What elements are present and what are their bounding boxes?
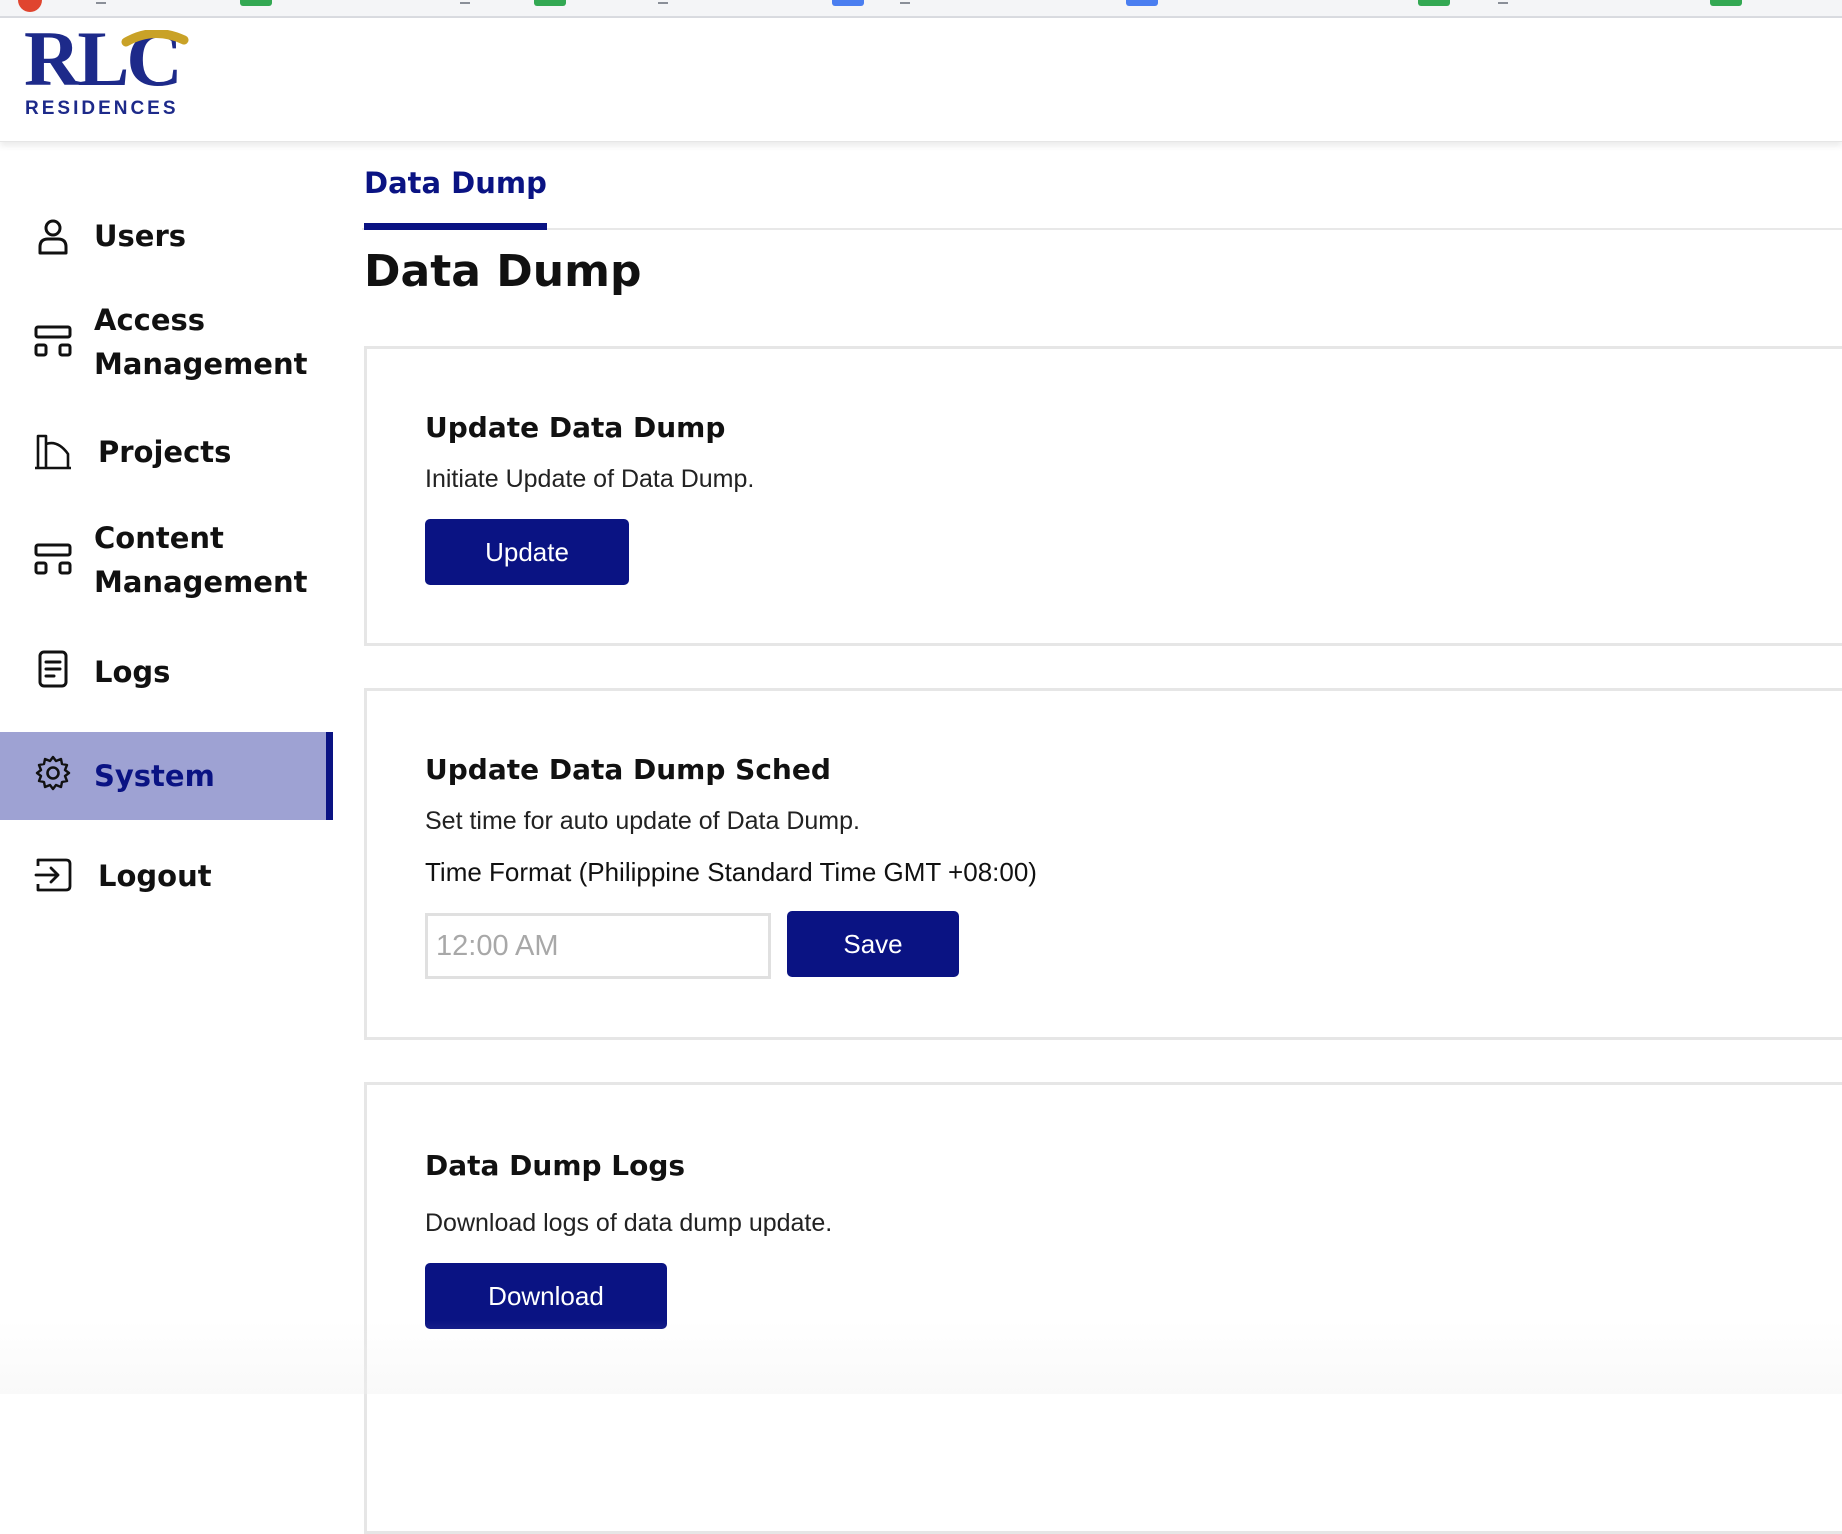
bookmark-label-fragment bbox=[1498, 2, 1508, 4]
layout-icon bbox=[32, 321, 74, 363]
bookmark-label-fragment bbox=[96, 2, 106, 4]
update-data-dump-sched-card: Update Data Dump Sched Set time for auto… bbox=[364, 688, 1842, 1040]
sidebar-item-projects[interactable]: Projects bbox=[0, 416, 333, 488]
sidebar-nav: Users Access Management Projects Content… bbox=[0, 142, 336, 1394]
sidebar-item-content-management[interactable]: Content Management bbox=[0, 510, 333, 610]
card-description: Set time for auto update of Data Dump. bbox=[425, 807, 860, 835]
sidebar-item-label: System bbox=[94, 759, 215, 793]
layout-icon bbox=[32, 539, 74, 581]
sidebar-item-label: Projects bbox=[98, 435, 232, 469]
bookmark-favicon[interactable] bbox=[18, 0, 42, 12]
bookmark-favicon[interactable] bbox=[832, 0, 864, 6]
top-header: RLC RESIDENCES bbox=[0, 18, 1842, 142]
bookmark-label-fragment bbox=[900, 2, 910, 4]
card-title: Data Dump Logs bbox=[425, 1149, 686, 1182]
tab-bar: Data Dump bbox=[362, 142, 1842, 230]
sidebar-item-access-management[interactable]: Access Management bbox=[0, 292, 333, 392]
sidebar-item-label: Logout bbox=[98, 859, 212, 893]
sidebar-item-label: Logs bbox=[94, 655, 171, 689]
sidebar-item-label: Access Management bbox=[94, 303, 308, 381]
gear-icon bbox=[32, 752, 74, 794]
sidebar-item-logout[interactable]: Logout bbox=[0, 840, 333, 912]
bookmark-label-fragment bbox=[658, 2, 668, 4]
card-description: Initiate Update of Data Dump. bbox=[425, 465, 755, 493]
rlc-residences-logo[interactable]: RLC RESIDENCES bbox=[24, 20, 189, 136]
bookmark-favicon[interactable] bbox=[240, 0, 272, 6]
update-button[interactable]: Update bbox=[425, 519, 629, 585]
time-input[interactable] bbox=[425, 913, 771, 979]
browser-bookmarks-bar bbox=[0, 0, 1842, 18]
time-format-label: Time Format (Philippine Standard Time GM… bbox=[425, 857, 1037, 887]
document-icon bbox=[32, 648, 74, 690]
logout-icon bbox=[32, 854, 74, 896]
sidebar-item-logs[interactable]: Logs bbox=[0, 636, 333, 708]
bookmark-label-fragment bbox=[460, 2, 470, 4]
card-description: Download logs of data dump update. bbox=[425, 1209, 833, 1237]
download-button[interactable]: Download bbox=[425, 1263, 667, 1329]
sidebar-item-label: Users bbox=[94, 219, 187, 253]
data-dump-logs-card: Data Dump Logs Download logs of data dum… bbox=[364, 1082, 1842, 1534]
logo-subtext: RESIDENCES bbox=[25, 98, 179, 119]
card-title: Update Data Dump bbox=[425, 411, 726, 444]
sidebar-item-system[interactable]: System bbox=[0, 732, 333, 820]
bookmark-favicon[interactable] bbox=[1710, 0, 1742, 6]
sidebar-item-label: Content Management bbox=[94, 521, 308, 599]
bookmark-favicon[interactable] bbox=[1418, 0, 1450, 6]
user-icon bbox=[32, 215, 74, 257]
update-data-dump-card: Update Data Dump Initiate Update of Data… bbox=[364, 346, 1842, 646]
bookmark-favicon[interactable] bbox=[534, 0, 566, 6]
sidebar-item-users[interactable]: Users bbox=[0, 202, 333, 270]
building-icon bbox=[32, 430, 74, 472]
logo-arc-icon bbox=[121, 30, 189, 47]
card-title: Update Data Dump Sched bbox=[425, 753, 831, 786]
tab-data-dump[interactable]: Data Dump bbox=[364, 166, 547, 230]
bookmark-favicon[interactable] bbox=[1126, 0, 1158, 6]
save-button[interactable]: Save bbox=[787, 911, 959, 977]
page-title: Data Dump bbox=[364, 246, 642, 297]
